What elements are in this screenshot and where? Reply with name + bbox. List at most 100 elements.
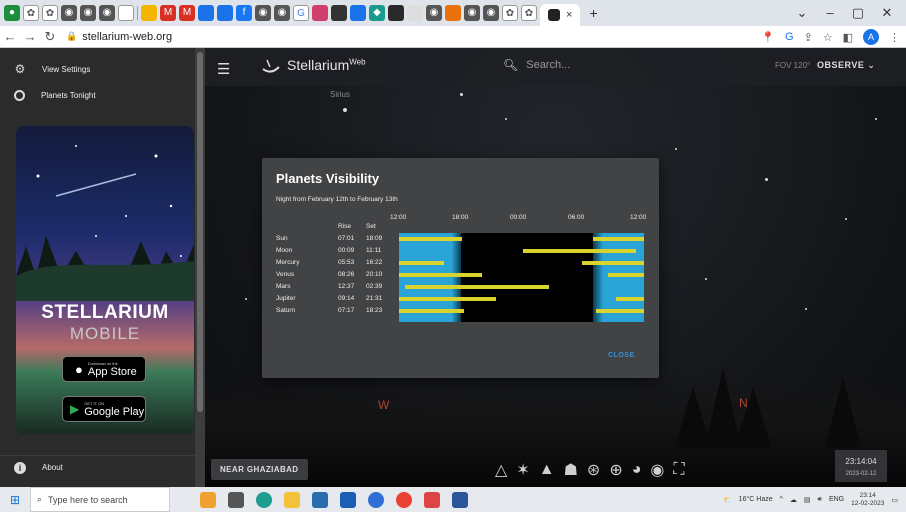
taskbar-date: 12-02-2023 xyxy=(851,499,885,507)
tray-chevron-icon[interactable]: ^ xyxy=(780,496,783,503)
back-arrow-icon[interactable]: ← xyxy=(0,29,20,44)
location-button[interactable]: NEAR GHAZIABAD xyxy=(211,459,308,480)
sidebar-item-label: About xyxy=(42,463,63,472)
volume-icon[interactable]: 🔊︎ xyxy=(818,496,822,504)
star xyxy=(460,93,463,96)
forward-arrow-icon[interactable]: → xyxy=(20,29,40,44)
taskbar-app-icon[interactable] xyxy=(424,491,440,508)
hamburger-menu-icon[interactable]: ☰ xyxy=(217,60,230,78)
constellation-lines-icon[interactable]: △ xyxy=(495,460,507,480)
taskbar-search[interactable]: ⌕ Type here to search xyxy=(30,487,170,512)
tab-favicon-icon[interactable] xyxy=(331,5,347,21)
clock-widget[interactable]: 23:14:04 2023-02-12 xyxy=(835,450,887,482)
taskbar-clock[interactable]: 23:14 12-02-2023 xyxy=(851,492,884,508)
constellation-art-icon[interactable]: ✶ xyxy=(516,460,529,480)
tab-favicon-icon[interactable]: ◉ xyxy=(464,5,480,21)
file-explorer-icon[interactable] xyxy=(284,491,300,508)
fullscreen-icon[interactable]: ⛶ xyxy=(673,461,684,479)
mail-icon[interactable] xyxy=(312,491,328,508)
tab-search-icon[interactable]: ⌄ xyxy=(787,0,817,26)
sidebar-item-about[interactable]: i About xyxy=(0,455,205,479)
taskbar-app-icon[interactable] xyxy=(368,491,384,508)
search-input[interactable] xyxy=(526,59,647,71)
tab-favicon-icon[interactable]: ✿ xyxy=(502,5,518,21)
notification-icon[interactable]: ▭ xyxy=(891,496,898,504)
task-view-icon[interactable] xyxy=(228,491,244,508)
google-icon[interactable]: G xyxy=(293,5,309,21)
equatorial-grid-icon[interactable]: ⊕ xyxy=(609,460,622,480)
chrome-icon[interactable] xyxy=(396,491,412,508)
tab-favicon-icon[interactable] xyxy=(445,5,461,21)
profile-avatar[interactable]: A xyxy=(863,29,879,45)
tab-favicon-icon[interactable] xyxy=(388,5,404,21)
weather-text[interactable]: 16°C Haze xyxy=(739,496,773,503)
onedrive-icon[interactable]: ☁ xyxy=(790,496,797,504)
tab-close-icon[interactable]: × xyxy=(566,9,572,21)
azimuthal-grid-icon[interactable]: ⊛ xyxy=(587,460,600,480)
network-icon[interactable]: ▤ xyxy=(804,496,811,504)
atmosphere-icon[interactable]: ☗ xyxy=(564,460,578,480)
tab-favicon-icon[interactable]: ◉ xyxy=(61,5,77,21)
tab-favicon-icon[interactable]: ● xyxy=(4,5,20,21)
tab-favicon-icon[interactable]: ◆ xyxy=(369,5,385,21)
bookmark-star-icon[interactable]: ☆ xyxy=(823,31,833,44)
more-menu-icon[interactable]: ⋮ xyxy=(889,31,900,44)
location-icon[interactable]: 📍 xyxy=(761,31,775,44)
gmail-icon[interactable]: M xyxy=(179,5,195,21)
tab-favicon-icon[interactable] xyxy=(217,5,233,21)
maximize-button[interactable]: ▢ xyxy=(843,0,873,26)
tab-favicon-icon[interactable] xyxy=(118,5,134,21)
gmail-icon[interactable]: M xyxy=(160,5,176,21)
planet-set: 18:09 xyxy=(366,235,383,242)
tab-favicon-icon[interactable]: ◉ xyxy=(80,5,96,21)
tab-favicon-icon[interactable] xyxy=(407,5,423,21)
edge-icon[interactable] xyxy=(256,491,272,508)
tab-favicon-icon[interactable]: ◉ xyxy=(255,5,271,21)
minimize-button[interactable]: – xyxy=(815,0,845,26)
tab-favicon-icon[interactable]: ◉ xyxy=(426,5,442,21)
word-icon[interactable] xyxy=(452,491,468,508)
facebook-icon[interactable]: f xyxy=(236,5,252,21)
tab-favicon-icon[interactable] xyxy=(141,5,157,21)
star-sirius[interactable] xyxy=(343,108,347,112)
dso-icon[interactable]: ◕ xyxy=(632,461,642,479)
tab-favicon-icon[interactable]: ✿ xyxy=(23,5,39,21)
sidebar-scrollbar[interactable] xyxy=(195,48,205,487)
visibility-chart xyxy=(399,233,644,322)
landscape-icon[interactable]: ▲ xyxy=(539,461,555,479)
photos-icon[interactable] xyxy=(340,491,356,508)
translate-icon[interactable]: G xyxy=(785,31,794,43)
stellarium-favicon-icon xyxy=(548,9,560,21)
clock-time: 23:14:04 xyxy=(845,457,877,466)
circle-icon xyxy=(14,89,25,101)
sidebar-item-planets-tonight[interactable]: Planets Tonight xyxy=(0,82,205,108)
close-button[interactable]: CLOSE xyxy=(608,352,635,359)
tab-favicon-icon[interactable] xyxy=(198,5,214,21)
new-tab-button[interactable]: + xyxy=(589,5,597,21)
google-play-button[interactable]: ▶ GET IT ON Google Play xyxy=(62,396,146,422)
stellarium-mobile-ad[interactable]: STELLARIUM MOBILE ● Download on the App … xyxy=(16,126,194,434)
sidebar-item-view-settings[interactable]: ⚙ View Settings xyxy=(0,56,205,82)
sidebar-scroll-thumb[interactable] xyxy=(197,52,203,412)
search-box[interactable]: 🔍︎ xyxy=(503,58,647,72)
tab-favicon-icon[interactable]: ◉ xyxy=(483,5,499,21)
visibility-bar-saturn xyxy=(595,309,644,313)
windows-start-icon[interactable]: ⊞ xyxy=(0,493,30,507)
tab-favicon-icon[interactable] xyxy=(312,5,328,21)
share-icon[interactable]: ⇪ xyxy=(804,31,813,44)
app-store-button[interactable]: ● Download on the App Store xyxy=(62,356,146,382)
tab-favicon-icon[interactable]: ✿ xyxy=(521,5,537,21)
sidepanel-icon[interactable]: ◧ xyxy=(843,31,853,44)
tab-favicon-icon[interactable]: ◉ xyxy=(99,5,115,21)
reload-icon[interactable]: ↻ xyxy=(40,29,60,45)
taskbar-app-icon[interactable] xyxy=(200,491,216,508)
tab-favicon-icon[interactable]: ◉ xyxy=(274,5,290,21)
tab-favicon-icon[interactable] xyxy=(350,5,366,21)
observe-button[interactable]: OBSERVE ⌄ xyxy=(817,60,875,71)
close-window-button[interactable]: ✕ xyxy=(872,0,902,26)
active-tab[interactable]: × xyxy=(540,4,581,26)
tab-favicon-icon[interactable]: ✿ xyxy=(42,5,58,21)
url-field[interactable]: 🔒 stellarium-web.org xyxy=(66,31,172,43)
night-mode-icon[interactable]: ◉ xyxy=(650,460,664,480)
lang-indicator[interactable]: ENG xyxy=(829,496,844,503)
